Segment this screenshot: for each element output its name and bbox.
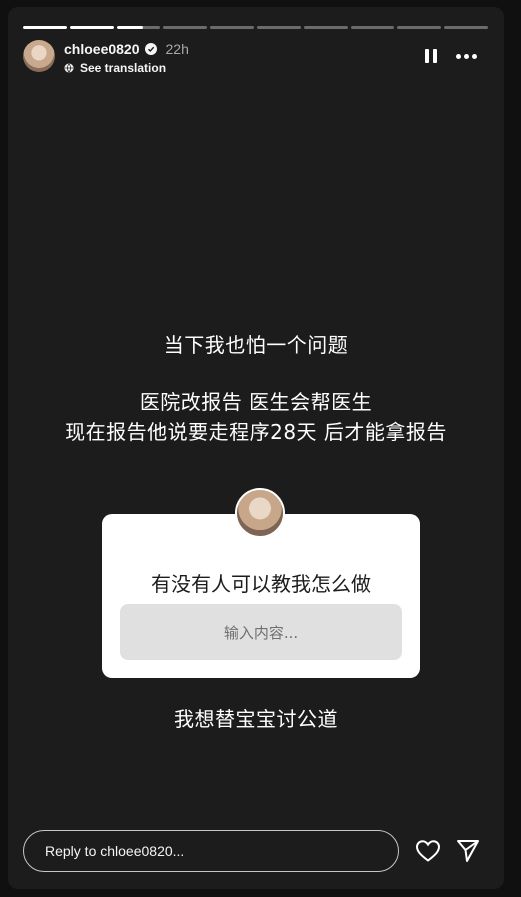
avatar[interactable]	[23, 40, 55, 72]
reply-input[interactable]: Reply to chloee0820...	[23, 830, 399, 872]
progress-segment	[350, 26, 395, 29]
see-translation-label[interactable]: See translation	[80, 61, 166, 75]
post-time: 22h	[165, 41, 189, 57]
username[interactable]: chloee0820	[64, 41, 140, 57]
progress-segment	[210, 26, 254, 29]
progress-segment	[256, 26, 301, 29]
story-text-line-2: 医院改报告 医生会帮医生	[139, 390, 373, 414]
question-sticker[interactable]: 有没有人可以教我怎么做 输入内容...	[102, 514, 420, 678]
question-answer-input[interactable]: 输入内容...	[120, 604, 402, 660]
send-icon[interactable]	[455, 838, 481, 864]
reply-placeholder: Reply to chloee0820...	[45, 843, 185, 859]
progress-segment	[163, 26, 208, 29]
globe-icon	[64, 63, 74, 73]
story-text-line-4: 我想替宝宝讨公道	[174, 707, 338, 731]
heart-icon[interactable]	[415, 839, 441, 863]
progress-segment	[23, 26, 67, 29]
story-viewer: chloee0820 22h See translation 当下我也怕一个问题…	[8, 7, 504, 889]
story-progress-bar	[23, 26, 488, 29]
question-sticker-avatar	[235, 488, 285, 538]
story-text-line-1: 当下我也怕一个问题	[163, 333, 349, 357]
pause-icon[interactable]	[425, 49, 439, 65]
progress-segment	[397, 26, 442, 29]
progress-segment	[303, 26, 348, 29]
see-translation-link[interactable]: See translation	[64, 61, 166, 75]
story-author[interactable]: chloee0820 22h	[64, 41, 189, 57]
question-title: 有没有人可以教我怎么做	[151, 572, 371, 596]
story-text-line-3: 现在报告他说要走程序28天 后才能拿报告	[65, 420, 447, 444]
verified-badge-icon	[144, 43, 157, 55]
more-icon[interactable]	[456, 54, 477, 59]
progress-segment	[444, 26, 488, 29]
progress-segment	[116, 26, 161, 29]
progress-segment	[69, 26, 114, 29]
